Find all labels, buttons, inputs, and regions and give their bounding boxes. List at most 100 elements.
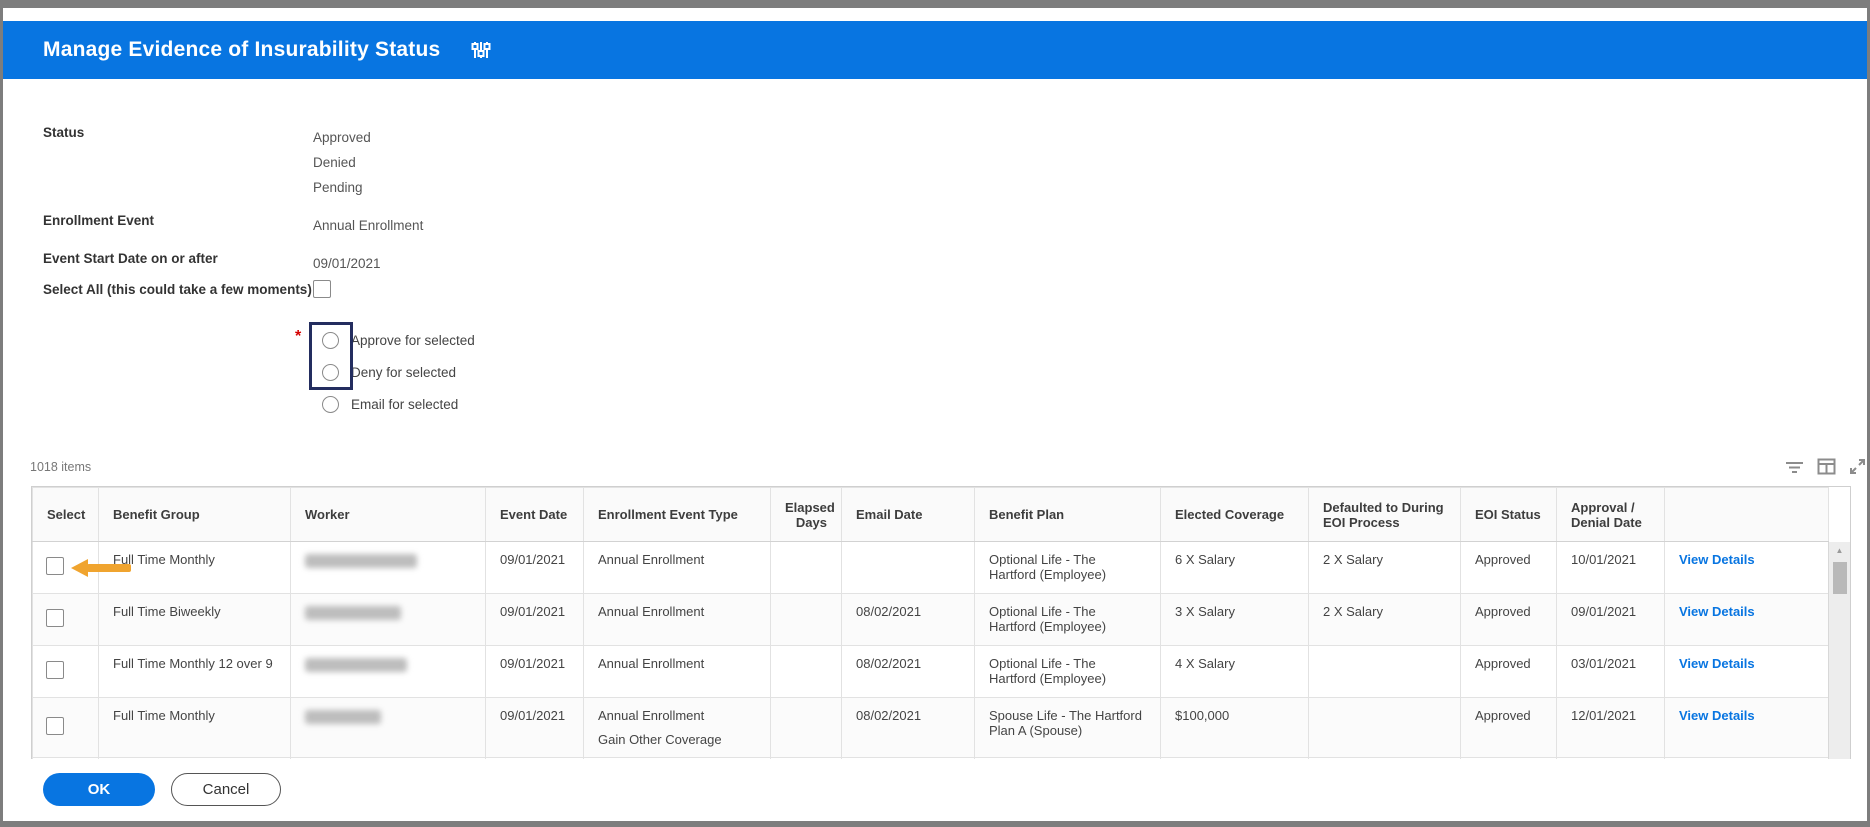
cell-event-type: Annual Enrollment — [583, 593, 771, 646]
cancel-button[interactable]: Cancel — [171, 773, 281, 806]
radio-email-for-selected[interactable]: Email for selected — [322, 396, 458, 413]
enrollment-event-value: Annual Enrollment — [313, 218, 424, 233]
col-benefit-plan: Benefit Plan — [974, 487, 1161, 542]
status-value-approved: Approved — [313, 130, 371, 145]
col-defaulted-eoi: Defaulted to During EOI Process — [1308, 487, 1461, 542]
approve-radio-label: Approve for selected — [351, 333, 475, 348]
cell-benefit-group: Full Time Monthly — [98, 697, 291, 758]
scroll-up-arrow-icon[interactable]: ▲ — [1829, 542, 1850, 555]
deny-radio-label: Deny for selected — [351, 365, 457, 380]
select-all-label: Select All (this could take a few moment… — [43, 281, 312, 297]
row2-select-checkbox[interactable] — [46, 609, 64, 627]
cell-benefit-group: Full Time Biweekly — [98, 593, 291, 646]
select-all-checkbox[interactable] — [313, 280, 331, 298]
redacted-worker-name — [305, 658, 407, 672]
row1-select-checkbox[interactable] — [46, 557, 64, 575]
col-event-date: Event Date — [485, 487, 584, 542]
cell-eoi-status: Approved — [1460, 593, 1557, 646]
grid-icon[interactable] — [1817, 458, 1836, 480]
cell-elapsed-days — [770, 697, 842, 758]
cell-email-date: 08/02/2021 — [841, 645, 975, 698]
view-details-link[interactable]: View Details — [1679, 708, 1755, 723]
cell-elected-coverage: 3 X Salary — [1160, 593, 1309, 646]
cell-eoi-status: Approved — [1460, 697, 1557, 758]
footer-bar: OK Cancel — [3, 759, 1867, 821]
cell-benefit-plan: Optional Life - The Hartford (Employee) — [974, 645, 1161, 698]
cell-elected-coverage: 6 X Salary — [1160, 541, 1309, 594]
cell-benefit-group: Full Time Monthly 12 over 9 — [98, 645, 291, 698]
col-worker: Worker — [290, 487, 486, 542]
table-row: Full Time Monthly 09/01/2021 Annual Enro… — [32, 541, 1829, 594]
items-count: 1018 items — [30, 460, 92, 474]
view-details-link[interactable]: View Details — [1679, 656, 1755, 671]
page-title: Manage Evidence of Insurability Status — [43, 38, 441, 61]
event-start-date-row: Event Start Date on or after 09/01/2021 — [43, 251, 381, 276]
filter-icon[interactable] — [1785, 459, 1804, 480]
cell-worker — [290, 645, 486, 698]
ok-button[interactable]: OK — [43, 773, 155, 806]
col-benefit-group: Benefit Group — [98, 487, 291, 542]
col-elected-coverage: Elected Coverage — [1160, 487, 1309, 542]
status-filter-row: Status Approved Denied Pending — [43, 125, 371, 200]
scrollbar-thumb[interactable] — [1833, 562, 1847, 594]
cell-event-type: Annual Enrollment — [583, 541, 771, 594]
expand-icon[interactable] — [1849, 458, 1866, 480]
cell-defaulted — [1308, 697, 1461, 758]
cell-elapsed-days — [770, 645, 842, 698]
cell-elected-coverage: 4 X Salary — [1160, 645, 1309, 698]
sliders-icon[interactable] — [470, 39, 492, 61]
table-row: Full Time Monthly 09/01/2021 Annual Enro… — [32, 697, 1829, 758]
table-row: Full Time Monthly 12 over 9 09/01/2021 A… — [32, 645, 1829, 698]
page-header: Manage Evidence of Insurability Status — [3, 21, 1867, 79]
cell-defaulted — [1308, 645, 1461, 698]
row4-select-checkbox[interactable] — [46, 717, 64, 735]
view-details-link[interactable]: View Details — [1679, 604, 1755, 619]
required-asterisk: * — [295, 328, 302, 345]
status-values: Approved Denied Pending — [313, 125, 371, 200]
cell-email-date — [841, 541, 975, 594]
cell-benefit-plan: Optional Life - The Hartford (Employee) — [974, 541, 1161, 594]
radio-approve-for-selected[interactable]: Approve for selected — [322, 332, 475, 349]
cell-defaulted: 2 X Salary — [1308, 593, 1461, 646]
deny-radio-button[interactable] — [322, 364, 339, 381]
email-radio-button[interactable] — [322, 396, 339, 413]
cell-event-date: 09/01/2021 — [485, 593, 584, 646]
col-email-date: Email Date — [841, 487, 975, 542]
cell-worker — [290, 593, 486, 646]
cell-worker — [290, 541, 486, 594]
col-elapsed-days: Elapsed Days — [770, 487, 842, 542]
cell-eoi-status: Approved — [1460, 645, 1557, 698]
cell-benefit-plan: Optional Life - The Hartford (Employee) — [974, 593, 1161, 646]
row3-select-checkbox[interactable] — [46, 661, 64, 679]
grid-toolbar — [1785, 458, 1866, 480]
select-all-row: Select All (this could take a few moment… — [43, 280, 331, 298]
cell-benefit-plan: Spouse Life - The Hartford Plan A (Spous… — [974, 697, 1161, 758]
cell-event-date: 09/01/2021 — [485, 645, 584, 698]
redacted-worker-name — [305, 606, 401, 620]
redacted-worker-name — [305, 554, 417, 568]
event-start-date-label: Event Start Date on or after — [43, 251, 218, 266]
approve-radio-button[interactable] — [322, 332, 339, 349]
cell-event-type: Annual Enrollment Gain Other Coverage — [583, 697, 771, 758]
manage-eoi-window: Manage Evidence of Insurability Status S… — [0, 0, 1870, 827]
cell-event-type: Annual Enrollment — [583, 645, 771, 698]
cell-benefit-group: Full Time Monthly — [98, 541, 291, 594]
col-actions — [1664, 487, 1829, 542]
cell-event-date: 09/01/2021 — [485, 541, 584, 594]
radio-deny-for-selected[interactable]: Deny for selected — [322, 364, 456, 381]
email-radio-label: Email for selected — [351, 397, 459, 412]
redacted-worker-name — [305, 710, 381, 724]
cell-approval-date: 09/01/2021 — [1556, 593, 1665, 646]
col-eoi-status: EOI Status — [1460, 487, 1557, 542]
cell-eoi-status: Approved — [1460, 541, 1557, 594]
cell-elapsed-days — [770, 541, 842, 594]
status-label: Status — [43, 125, 85, 140]
header-row: Select Benefit Group Worker Event Date E… — [32, 487, 1829, 542]
view-details-link[interactable]: View Details — [1679, 552, 1755, 567]
cell-event-date: 09/01/2021 — [485, 697, 584, 758]
vertical-scrollbar[interactable]: ▲ — [1828, 542, 1850, 768]
cell-approval-date: 03/01/2021 — [1556, 645, 1665, 698]
cell-elected-coverage: $100,000 — [1160, 697, 1309, 758]
col-approval-denial-date: Approval / Denial Date — [1556, 487, 1665, 542]
cell-approval-date: 10/01/2021 — [1556, 541, 1665, 594]
